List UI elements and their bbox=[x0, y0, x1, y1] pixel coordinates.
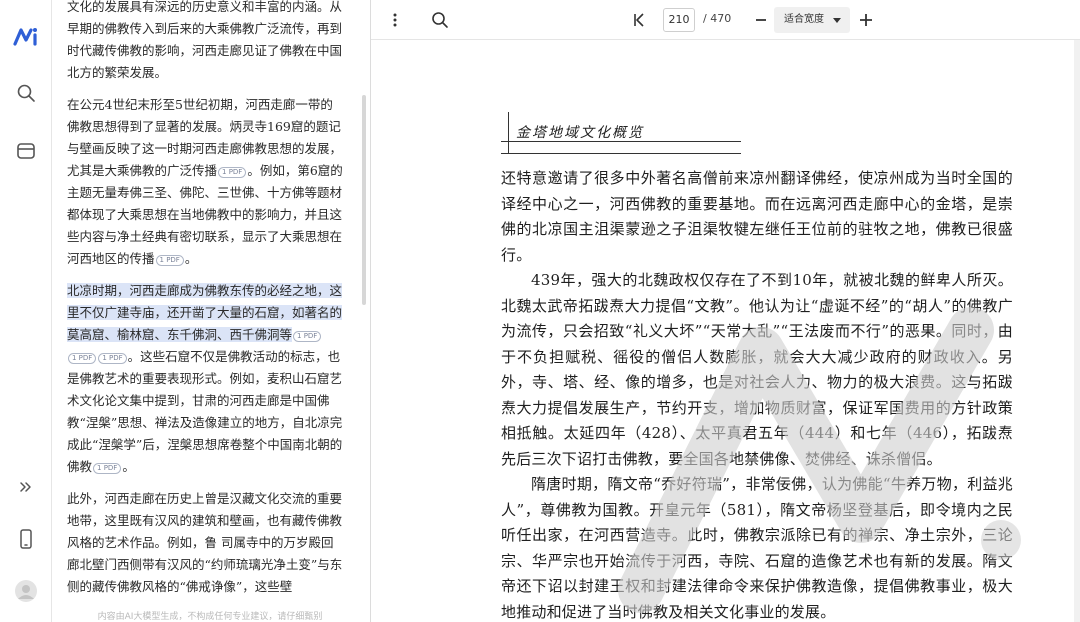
answer-panel: 文化的发展具有深远的历史意义和丰富的内涵。从早期的佛教传入到后来的大乘佛教广泛流… bbox=[52, 0, 372, 622]
pdf-page: 金塔地域文化概览 还特意邀请了很多中外著名高僧前来凉州翻译佛经，使凉州成为当时全… bbox=[371, 40, 1074, 622]
answer-paragraph: 在公元4世纪末形至5世纪初期，河西走廊一带的佛教思想得到了显著的发展。炳灵寺16… bbox=[67, 94, 343, 270]
pdf-toolbar: 210 / 470 适合宽度 bbox=[371, 0, 1080, 40]
collapse-icon[interactable] bbox=[12, 473, 40, 501]
pdf-citation-badge[interactable]: 1 PDF bbox=[218, 167, 247, 178]
paragraph-text: 。例如，第6窟的主题无量寿佛三圣、佛陀、三世佛、十方佛等题材都体现了大乘思想在当… bbox=[67, 163, 343, 266]
sidebar-icon[interactable] bbox=[12, 137, 40, 165]
paragraph-text: 此外，河西走廊在历史上曾是汉藏文化交流的重要地带，这里既有汉风的建筑和壁画，也有… bbox=[67, 491, 343, 594]
pdf-citation-badge[interactable]: 1 PDF bbox=[93, 463, 122, 474]
header-rule bbox=[508, 112, 509, 154]
zoom-select[interactable]: 适合宽度 bbox=[774, 7, 850, 33]
book-paragraph: 还特意邀请了很多中外著名高僧前来凉州翻译佛经，使凉州成为当时全国的译经中心之一，… bbox=[501, 169, 1013, 264]
search-icon[interactable] bbox=[12, 79, 40, 107]
pdf-viewer: 210 / 470 适合宽度 金塔地域文化概览 还特意邀请了很多中外著名高僧前来… bbox=[371, 0, 1080, 622]
first-page-icon[interactable] bbox=[629, 10, 649, 30]
pdf-citation-badge[interactable]: 1 PDF bbox=[98, 353, 127, 364]
avatar[interactable] bbox=[12, 577, 40, 605]
answer-text: 文化的发展具有深远的历史意义和丰富的内涵。从早期的佛教传入到后来的大乘佛教广泛流… bbox=[67, 0, 343, 608]
book-paragraph: 439年，强大的北魏政权仅存在了不到10年，就被北魏的鲜卑人所灭。北魏太武帝拓跋… bbox=[501, 271, 1013, 468]
zoom-select-label: 适合宽度 bbox=[784, 14, 824, 25]
answer-paragraph: 此外，河西走廊在历史上曾是汉藏文化交流的重要地带，这里既有汉风的建筑和壁画，也有… bbox=[67, 488, 343, 598]
book-running-header: 金塔地域文化概览 bbox=[516, 125, 644, 141]
answer-paragraph: 文化的发展具有深远的历史意义和丰富的内涵。从早期的佛教传入到后来的大乘佛教广泛流… bbox=[67, 0, 343, 84]
pdf-scrollbar[interactable] bbox=[1074, 40, 1080, 622]
phone-icon[interactable] bbox=[12, 525, 40, 553]
left-rail bbox=[0, 0, 52, 622]
more-menu-icon[interactable] bbox=[385, 10, 405, 30]
chevron-down-icon bbox=[833, 18, 841, 23]
paragraph-text: 文化的发展具有深远的历史意义和丰富的内涵。从早期的佛教传入到后来的大乘佛教广泛流… bbox=[67, 0, 343, 80]
book-body: 还特意邀请了很多中外著名高僧前来凉州翻译佛经，使凉州成为当时全国的译经中心之一，… bbox=[501, 166, 1013, 622]
paragraph-text: 。这些石窟不仅是佛教活动的标志，也是佛教艺术的重要表现形式。例如，麦积山石窟艺术… bbox=[67, 349, 343, 474]
paragraph-text: 。 bbox=[184, 251, 198, 266]
logo-icon[interactable] bbox=[12, 22, 40, 50]
header-rule bbox=[501, 153, 741, 154]
zoom-in-icon[interactable] bbox=[856, 10, 876, 30]
chat-scrollbar[interactable] bbox=[362, 95, 366, 305]
pdf-citation-badge[interactable]: 1 PDF bbox=[68, 353, 97, 364]
pdf-citation-badge[interactable]: 1 PDF bbox=[155, 255, 184, 266]
book-paragraph: 隋唐时期，隋文帝“乔好符瑞”，非常佞佛，认为佛能“牛养万物，利益兆人”，尊佛教为… bbox=[501, 475, 1013, 621]
answer-paragraph: 北凉时期，河西走廊成为佛教东传的必经之地，这里不仅广建寺庙，还开凿了大量的石窟，… bbox=[67, 280, 343, 478]
page-number-input[interactable]: 210 bbox=[663, 8, 695, 32]
ai-disclaimer: 内容由AI大模型生成，不构成任何专业建议，请仔细甄别 bbox=[97, 612, 323, 622]
page-total: / 470 bbox=[703, 12, 732, 25]
paragraph-text: 。 bbox=[122, 459, 135, 474]
search-icon[interactable] bbox=[429, 9, 451, 31]
zoom-out-icon[interactable] bbox=[751, 10, 771, 30]
pdf-citation-badge[interactable]: 1 PDF bbox=[293, 331, 322, 342]
